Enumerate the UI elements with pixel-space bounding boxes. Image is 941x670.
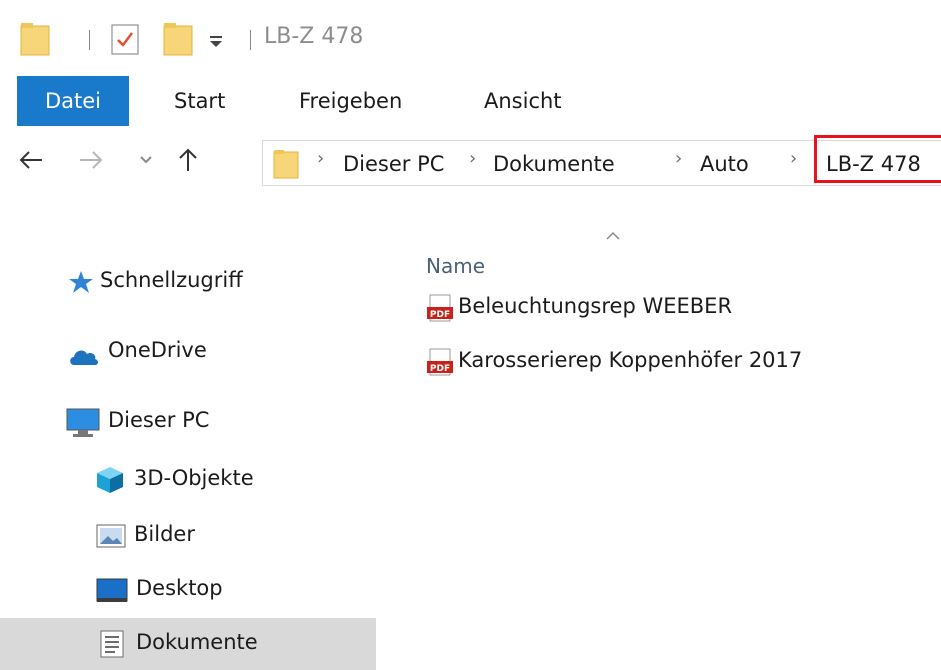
chevron-down-icon[interactable] bbox=[134, 140, 158, 180]
window-title: LB-Z 478 bbox=[264, 24, 364, 49]
svg-text:PDF: PDF bbox=[430, 364, 450, 374]
file-list: Name PDF Beleuchtungsrep WEEBER PDF Karo… bbox=[376, 178, 941, 670]
title-separator bbox=[250, 30, 251, 50]
tab-file[interactable]: Datei bbox=[17, 76, 129, 126]
sidebar-item-label: Dokumente bbox=[136, 630, 258, 654]
arrow-left-icon[interactable] bbox=[14, 140, 48, 180]
sidebar-item-label: Schnellzugriff bbox=[100, 268, 243, 292]
sidebar-item-desktop[interactable]: Desktop bbox=[0, 564, 376, 616]
breadcrumb-dokumente[interactable]: Dokumente bbox=[493, 152, 615, 176]
tab-view[interactable]: Ansicht bbox=[484, 76, 562, 126]
breadcrumb-auto[interactable]: Auto bbox=[700, 152, 749, 176]
file-name: Beleuchtungsrep WEEBER bbox=[458, 294, 733, 318]
desktop-icon bbox=[96, 578, 128, 608]
title-bar: LB-Z 478 bbox=[0, 0, 941, 76]
toolbar-separator bbox=[89, 30, 90, 50]
sidebar-item-onedrive[interactable]: OneDrive bbox=[0, 326, 376, 378]
sidebar-item-label: 3D-Objekte bbox=[134, 466, 254, 490]
document-icon bbox=[100, 630, 124, 662]
customize-dropdown-icon[interactable] bbox=[208, 34, 224, 53]
sidebar-item-dokumente[interactable]: Dokumente bbox=[0, 618, 376, 670]
properties-icon[interactable] bbox=[110, 22, 140, 60]
new-folder-icon[interactable] bbox=[163, 22, 193, 60]
file-name: Karosserierep Koppenhöfer 2017 bbox=[458, 348, 803, 372]
star-icon bbox=[68, 270, 94, 298]
tab-share[interactable]: Freigeben bbox=[299, 76, 402, 126]
cube-icon bbox=[96, 466, 124, 498]
computer-icon bbox=[66, 408, 100, 442]
sidebar-item-label: Bilder bbox=[134, 522, 195, 546]
pdf-icon: PDF bbox=[426, 294, 454, 328]
chevron-right-icon[interactable]: › bbox=[675, 148, 682, 169]
ribbon-tabs: Datei Start Freigeben Ansicht bbox=[0, 76, 941, 126]
sidebar-item-dieser-pc[interactable]: Dieser PC bbox=[0, 396, 376, 448]
folder-icon[interactable] bbox=[20, 22, 50, 60]
pictures-icon bbox=[96, 524, 126, 552]
svg-text:PDF: PDF bbox=[430, 310, 450, 320]
sidebar-item-label: Desktop bbox=[136, 576, 223, 600]
pdf-icon: PDF bbox=[426, 348, 454, 382]
navigation-pane: Schnellzugriff OneDrive Dieser PC 3D-Obj… bbox=[0, 220, 376, 670]
list-item[interactable]: PDF Beleuchtungsrep WEEBER bbox=[426, 288, 926, 328]
arrow-up-icon[interactable] bbox=[171, 140, 205, 180]
breadcrumb-dieser-pc[interactable]: Dieser PC bbox=[343, 152, 444, 176]
folder-icon bbox=[273, 149, 299, 183]
list-item[interactable]: PDF Karosserierep Koppenhöfer 2017 bbox=[426, 342, 926, 382]
sort-ascending-icon[interactable] bbox=[605, 226, 621, 245]
tab-start[interactable]: Start bbox=[174, 76, 225, 126]
chevron-right-icon[interactable]: › bbox=[790, 148, 797, 169]
sidebar-item-bilder[interactable]: Bilder bbox=[0, 510, 376, 562]
highlight-box bbox=[814, 135, 941, 183]
arrow-right-icon[interactable] bbox=[74, 140, 108, 180]
sidebar-item-3d-objekte[interactable]: 3D-Objekte bbox=[0, 454, 376, 506]
sidebar-item-schnellzugriff[interactable]: Schnellzugriff bbox=[0, 256, 376, 308]
sidebar-item-label: OneDrive bbox=[108, 338, 207, 362]
cloud-icon bbox=[68, 346, 100, 370]
chevron-right-icon[interactable]: › bbox=[469, 148, 476, 169]
chevron-right-icon[interactable]: › bbox=[317, 148, 324, 169]
column-header-name[interactable]: Name bbox=[426, 254, 485, 278]
sidebar-item-label: Dieser PC bbox=[108, 408, 210, 432]
